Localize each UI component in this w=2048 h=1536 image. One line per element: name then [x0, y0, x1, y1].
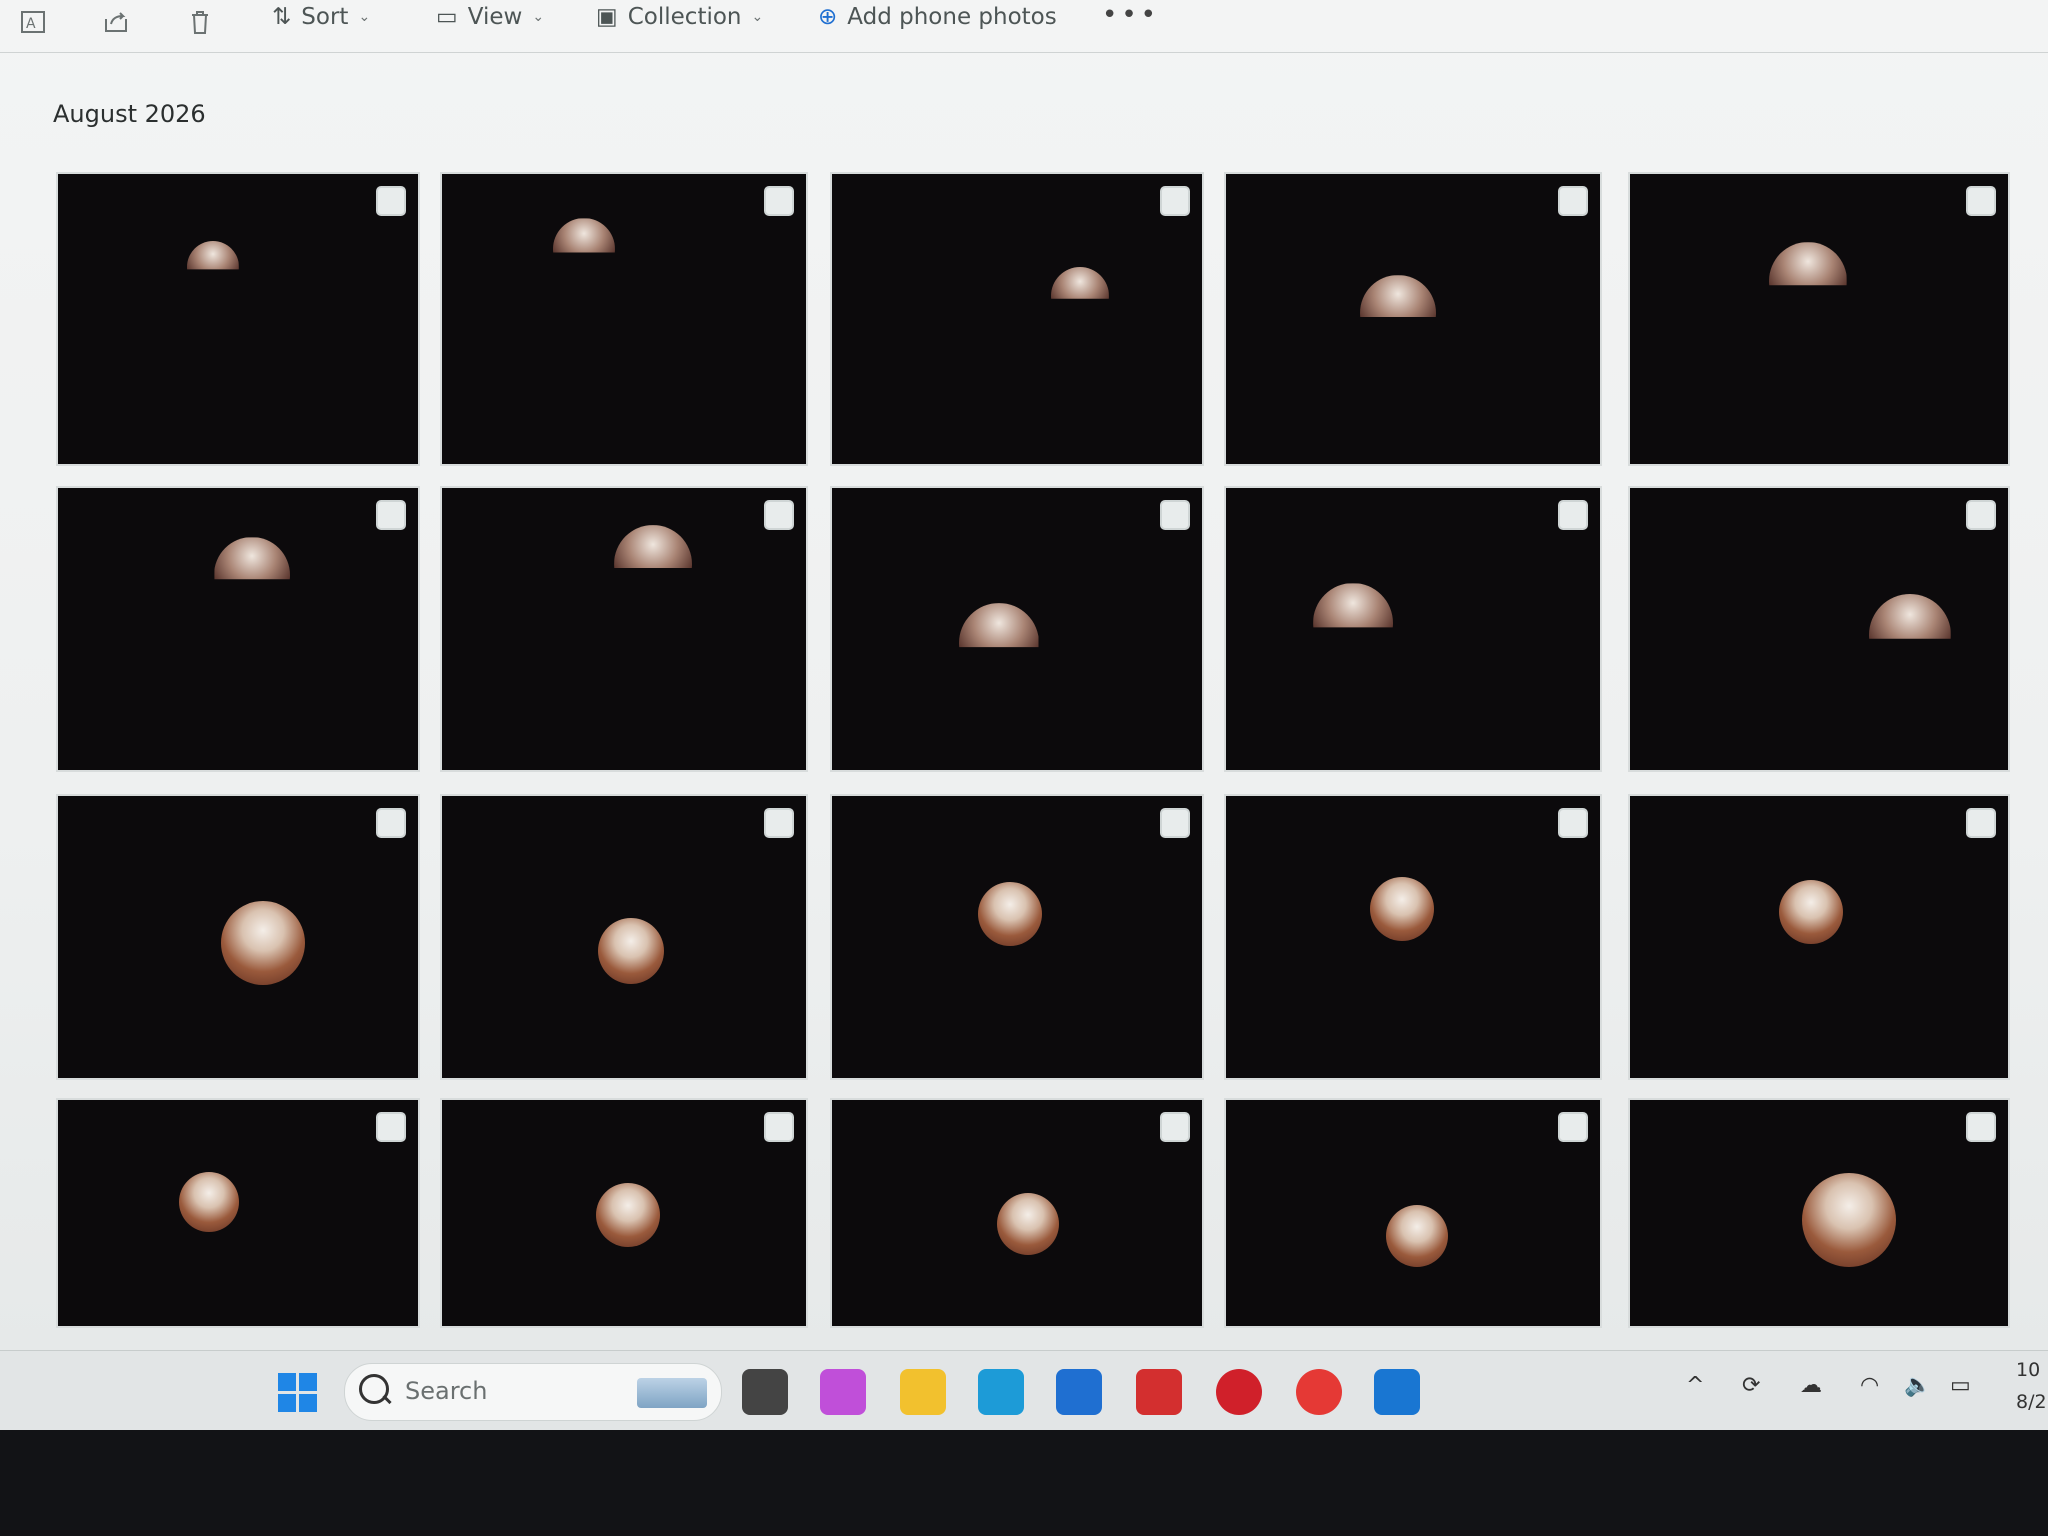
- copilot-icon[interactable]: [820, 1369, 866, 1415]
- select-checkbox[interactable]: [376, 186, 406, 216]
- photo-thumbnail[interactable]: [1226, 796, 1600, 1078]
- select-checkbox[interactable]: [376, 1112, 406, 1142]
- moon-image: [595, 1183, 660, 1248]
- search-highlight-image: [637, 1378, 707, 1408]
- photo-thumbnail[interactable]: [442, 1100, 806, 1326]
- volume-muted-icon[interactable]: 🔈: [1904, 1373, 1931, 1398]
- clock-date[interactable]: 8/2: [2016, 1391, 2047, 1413]
- moon-image: [958, 603, 1039, 648]
- photo-thumbnail[interactable]: [1630, 796, 2008, 1078]
- edge-icon[interactable]: [978, 1369, 1024, 1415]
- select-checkbox[interactable]: [1160, 500, 1190, 530]
- select-checkbox[interactable]: [1558, 186, 1588, 216]
- select-checkbox[interactable]: [1966, 808, 1996, 838]
- photo-thumbnail[interactable]: [832, 796, 1202, 1078]
- select-checkbox[interactable]: [1558, 500, 1588, 530]
- moon-image: [1768, 242, 1847, 286]
- outlook-icon[interactable]: [1374, 1369, 1420, 1415]
- moon-image: [186, 240, 239, 270]
- sync-icon[interactable]: ⟳: [1742, 1373, 1760, 1398]
- moon-image: [1868, 593, 1951, 639]
- moon-image: [1313, 583, 1394, 628]
- photos-app-window: A ⇅ Sort ⌄ ▭ View ⌄ ▣ Collection ⌄ ⊕ Add…: [0, 0, 2048, 1350]
- photo-thumbnail[interactable]: [442, 174, 806, 464]
- photo-thumbnail[interactable]: [1226, 488, 1600, 770]
- moon-image: [221, 900, 306, 985]
- wifi-icon[interactable]: ◠: [1860, 1373, 1879, 1398]
- select-checkbox[interactable]: [764, 1112, 794, 1142]
- battery-icon[interactable]: ▭: [1950, 1373, 1971, 1398]
- select-checkbox[interactable]: [1160, 186, 1190, 216]
- photo-thumbnail[interactable]: [832, 1100, 1202, 1326]
- select-checkbox[interactable]: [1558, 808, 1588, 838]
- select-checkbox[interactable]: [376, 500, 406, 530]
- select-checkbox[interactable]: [764, 186, 794, 216]
- moon-image: [552, 218, 615, 253]
- search-icon: [359, 1374, 389, 1404]
- moon-image: [214, 537, 291, 580]
- monitor-bezel: [0, 1430, 2048, 1536]
- shopping-icon[interactable]: [1296, 1369, 1342, 1415]
- photo-thumbnail[interactable]: [1630, 488, 2008, 770]
- onedrive-icon[interactable]: ☁: [1800, 1373, 1822, 1398]
- select-checkbox[interactable]: [1558, 1112, 1588, 1142]
- task-view-icon[interactable]: [742, 1369, 788, 1415]
- moon-image: [1802, 1172, 1897, 1267]
- search-placeholder: Search: [405, 1377, 488, 1405]
- photo-thumbnail[interactable]: [1226, 1100, 1600, 1326]
- moon-image: [1385, 1204, 1448, 1267]
- lastpass-icon[interactable]: [1136, 1369, 1182, 1415]
- clock-time[interactable]: 10: [2016, 1359, 2040, 1381]
- moon-image: [179, 1171, 240, 1232]
- photo-thumbnail[interactable]: [1226, 174, 1600, 464]
- show-hidden-icons-button[interactable]: ^: [1686, 1373, 1704, 1398]
- select-checkbox[interactable]: [1966, 1112, 1996, 1142]
- select-checkbox[interactable]: [1966, 500, 1996, 530]
- moon-image: [1050, 266, 1109, 299]
- select-checkbox[interactable]: [1160, 808, 1190, 838]
- photo-thumbnail[interactable]: [1630, 1100, 2008, 1326]
- photo-thumbnail[interactable]: [832, 488, 1202, 770]
- moon-image: [997, 1193, 1060, 1256]
- photo-grid: [0, 0, 2048, 1350]
- taskbar-search[interactable]: Search: [344, 1363, 722, 1421]
- photo-thumbnail[interactable]: [442, 488, 806, 770]
- file-explorer-icon[interactable]: [900, 1369, 946, 1415]
- store-icon[interactable]: [1056, 1369, 1102, 1415]
- select-checkbox[interactable]: [1160, 1112, 1190, 1142]
- photo-thumbnail[interactable]: [58, 1100, 418, 1326]
- photo-thumbnail[interactable]: [442, 796, 806, 1078]
- photo-thumbnail[interactable]: [58, 796, 418, 1078]
- select-checkbox[interactable]: [764, 808, 794, 838]
- taskbar: Search ^ ⟳ ☁ ◠ 🔈 ▭ 10 8/2: [0, 1350, 2048, 1431]
- moon-image: [977, 882, 1042, 947]
- photo-thumbnail[interactable]: [832, 174, 1202, 464]
- photo-thumbnail[interactable]: [58, 488, 418, 770]
- select-checkbox[interactable]: [764, 500, 794, 530]
- start-button[interactable]: [278, 1373, 318, 1413]
- photo-thumbnail[interactable]: [1630, 174, 2008, 464]
- moon-image: [598, 918, 665, 985]
- select-checkbox[interactable]: [1966, 186, 1996, 216]
- photo-thumbnail[interactable]: [58, 174, 418, 464]
- moon-image: [614, 525, 693, 569]
- select-checkbox[interactable]: [376, 808, 406, 838]
- moon-image: [1360, 275, 1437, 317]
- mcafee-icon[interactable]: [1216, 1369, 1262, 1415]
- moon-image: [1779, 879, 1844, 944]
- moon-image: [1369, 876, 1434, 941]
